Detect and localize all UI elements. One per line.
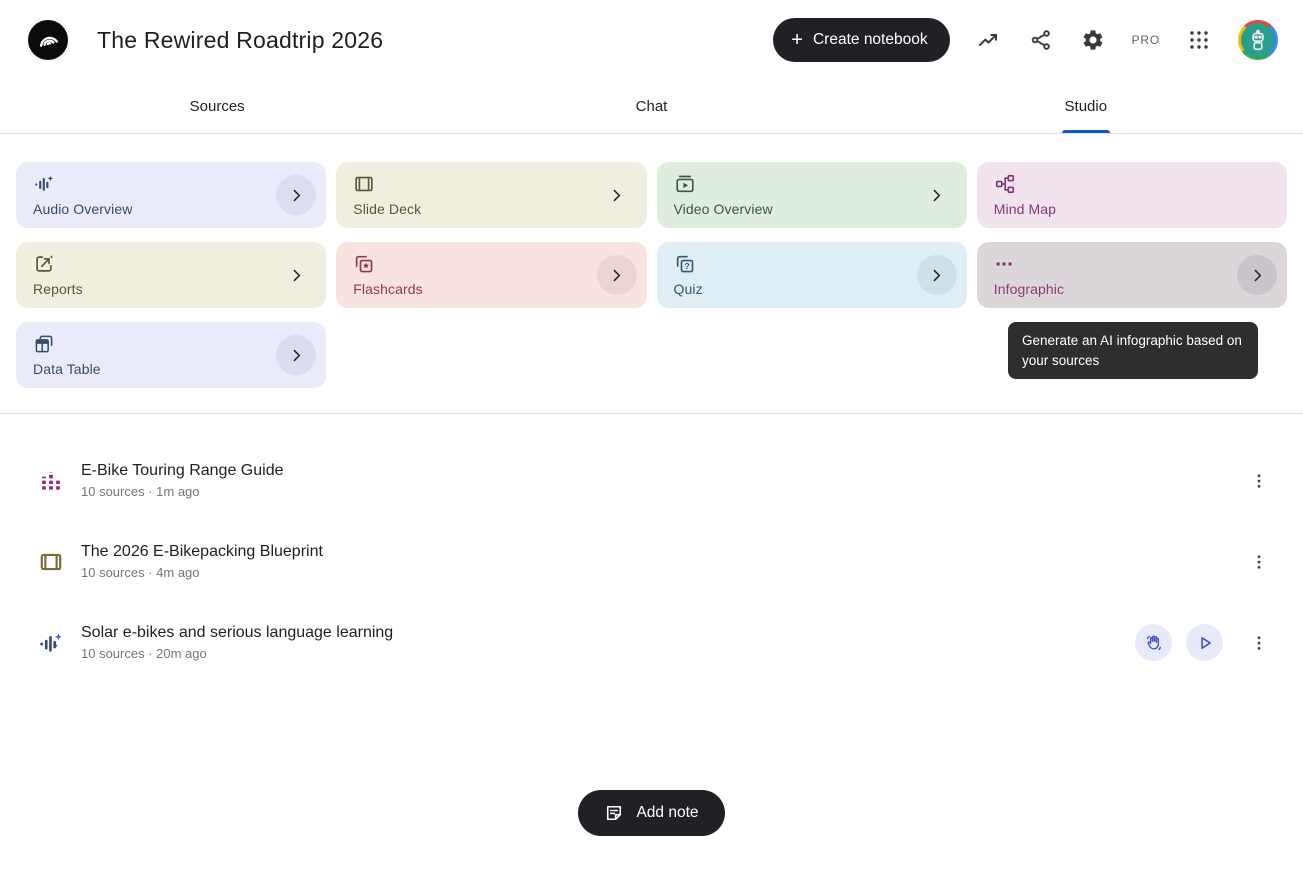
- tool-label: Reports: [33, 281, 314, 297]
- tool-label: Infographic: [994, 281, 1275, 297]
- notebook-title[interactable]: The Rewired Roadtrip 2026: [97, 27, 383, 54]
- chevron-right-icon[interactable]: [276, 255, 316, 295]
- tool-label: Mind Map: [994, 201, 1275, 217]
- artifact-title[interactable]: Solar e-bikes and serious language learn…: [81, 624, 393, 642]
- tool-card-audio-overview[interactable]: Audio Overview: [16, 162, 326, 228]
- tool-card-slide-deck[interactable]: Slide Deck: [336, 162, 646, 228]
- chevron-right-icon[interactable]: [597, 175, 637, 215]
- artifact-row-audio-overview[interactable]: Solar e-bikes and serious language learn…: [0, 602, 1303, 683]
- audio-waveform-icon: [33, 173, 55, 195]
- chevron-right-icon[interactable]: [917, 175, 957, 215]
- artifact-title[interactable]: E-Bike Touring Range Guide: [81, 462, 284, 480]
- tool-label: Flashcards: [353, 281, 634, 297]
- artifact-row-infographic[interactable]: E-Bike Touring Range Guide 10 sources · …: [0, 440, 1303, 521]
- more-options-icon[interactable]: [1243, 627, 1275, 659]
- active-tab-underline: [1062, 130, 1110, 133]
- artifact-meta: 10 sources · 4m ago: [81, 565, 323, 580]
- audio-waveform-icon: [38, 630, 64, 656]
- artifact-meta: 10 sources · 20m ago: [81, 646, 393, 661]
- artifact-meta: 10 sources · 1m ago: [81, 484, 284, 499]
- tool-label: Video Overview: [674, 201, 955, 217]
- tab-studio-label: Studio: [1065, 98, 1108, 115]
- tool-card-data-table[interactable]: Data Table: [16, 322, 326, 388]
- tool-label: Data Table: [33, 361, 314, 377]
- chevron-right-icon[interactable]: [276, 335, 316, 375]
- tab-studio[interactable]: Studio: [869, 80, 1303, 133]
- video-overview-icon: [674, 173, 696, 195]
- add-note-label: Add note: [636, 804, 698, 822]
- more-options-icon[interactable]: [1243, 546, 1275, 578]
- add-note-row: Add note: [0, 790, 1303, 836]
- chevron-right-icon[interactable]: [1237, 255, 1277, 295]
- tool-card-quiz[interactable]: ? Quiz: [657, 242, 967, 308]
- tool-label: Slide Deck: [353, 201, 634, 217]
- play-button[interactable]: [1186, 624, 1223, 661]
- settings-gear-icon[interactable]: [1080, 27, 1106, 53]
- artifact-row-slide-deck[interactable]: The 2026 E-Bikepacking Blueprint 10 sour…: [0, 521, 1303, 602]
- chevron-right-icon[interactable]: [917, 255, 957, 295]
- mind-map-icon: [994, 173, 1016, 195]
- quiz-icon: ?: [674, 253, 696, 275]
- tab-chat[interactable]: Chat: [434, 80, 868, 133]
- infographic-tooltip: Generate an AI infographic based on your…: [1008, 322, 1258, 379]
- flashcards-icon: [353, 253, 375, 275]
- tool-card-infographic[interactable]: Infographic: [977, 242, 1287, 308]
- apps-grid-icon[interactable]: [1186, 27, 1212, 53]
- account-avatar[interactable]: [1238, 20, 1278, 60]
- tab-chat-label: Chat: [636, 98, 668, 115]
- svg-text:?: ?: [684, 261, 689, 271]
- note-icon: [604, 803, 624, 823]
- plus-icon: +: [791, 30, 803, 50]
- ellipsis-generating-icon: [994, 253, 1016, 275]
- data-table-icon: [33, 333, 55, 355]
- add-note-button[interactable]: Add note: [578, 790, 724, 836]
- slide-deck-icon: [38, 549, 64, 575]
- robot-avatar-image: [1241, 23, 1275, 57]
- share-icon[interactable]: [1028, 27, 1054, 53]
- tool-card-reports[interactable]: Reports: [16, 242, 326, 308]
- chevron-right-icon[interactable]: [276, 175, 316, 215]
- notebooklm-logo[interactable]: [28, 20, 68, 60]
- hand-wave-icon: [1144, 633, 1164, 653]
- tool-card-mind-map[interactable]: Mind Map: [977, 162, 1287, 228]
- play-icon: [1195, 633, 1215, 653]
- create-notebook-label: Create notebook: [813, 31, 928, 49]
- more-options-icon[interactable]: [1243, 465, 1275, 497]
- artifact-list: E-Bike Touring Range Guide 10 sources · …: [0, 414, 1303, 683]
- panel-tabs: Sources Chat Studio: [0, 80, 1303, 134]
- tool-label: Quiz: [674, 281, 955, 297]
- tool-card-flashcards[interactable]: Flashcards: [336, 242, 646, 308]
- slide-deck-icon: [353, 173, 375, 195]
- create-notebook-button[interactable]: + Create notebook: [773, 18, 949, 62]
- interactive-mode-button[interactable]: [1135, 624, 1172, 661]
- pro-badge: PRO: [1132, 33, 1160, 47]
- reports-icon: [33, 253, 55, 275]
- infographic-bars-icon: [38, 468, 64, 494]
- tool-card-video-overview[interactable]: Video Overview: [657, 162, 967, 228]
- app-header: The Rewired Roadtrip 2026 + Create noteb…: [0, 0, 1303, 80]
- tab-sources[interactable]: Sources: [0, 80, 434, 133]
- trending-up-icon[interactable]: [976, 27, 1002, 53]
- chevron-right-icon[interactable]: [597, 255, 637, 295]
- tool-label: Audio Overview: [33, 201, 314, 217]
- artifact-title[interactable]: The 2026 E-Bikepacking Blueprint: [81, 543, 323, 561]
- tab-sources-label: Sources: [190, 98, 245, 115]
